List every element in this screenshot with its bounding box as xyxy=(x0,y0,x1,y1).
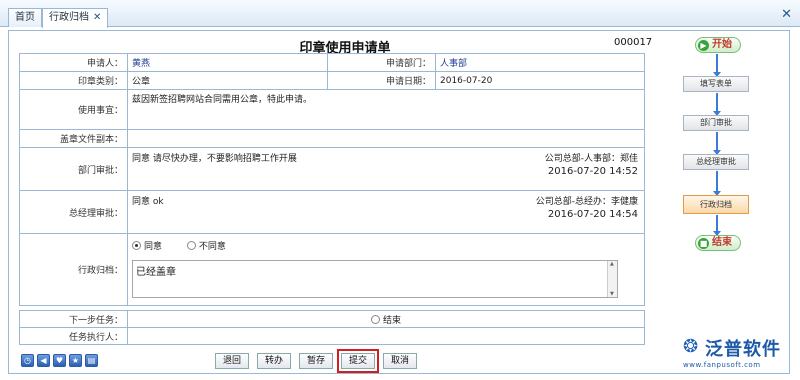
gm-review-label: 总经理审批： xyxy=(19,190,128,234)
copy-value[interactable] xyxy=(127,129,645,148)
form-number: 000017 xyxy=(614,37,653,48)
radio-agree-label: 同意 xyxy=(144,242,163,252)
save-draft-button[interactable]: 暂存 xyxy=(299,353,333,369)
star-icon[interactable]: ★ xyxy=(69,354,82,367)
flow-dept-review: 部门审批 xyxy=(683,115,749,131)
date-value: 2016-07-20 xyxy=(435,71,645,90)
seal-type-value: 公章 xyxy=(127,71,328,90)
flow-fill-form: 填写表单 xyxy=(683,76,749,92)
date-label: 申请日期： xyxy=(327,71,436,90)
workflow-diagram: ▶ 开始 填写表单 部门审批 总经理审批 行政归档 ■ 结束 xyxy=(669,31,787,271)
dept-review-label: 部门审批： xyxy=(19,147,128,191)
print-icon[interactable]: ▤ xyxy=(85,354,98,367)
radio-agree-icon[interactable] xyxy=(132,241,141,250)
brand-logo: ❂ 泛普软件 www.fanpusoft.com xyxy=(683,333,795,373)
executor-label: 任务执行人： xyxy=(19,327,128,345)
tab-bar: 首页 行政归档 ✕ ✕ xyxy=(0,0,800,28)
submit-button[interactable]: 提交 xyxy=(337,349,379,373)
archive-remark-input[interactable]: 已经盖章 xyxy=(132,260,618,298)
gm-review-time: 2016-07-20 14:54 xyxy=(547,209,638,220)
flow-arrow xyxy=(713,93,721,116)
play-icon: ▶ xyxy=(698,40,709,51)
application-table: 申请人： 黄燕 申请部门： 人事部 印章类别： 公章 申请日期： 2016-07… xyxy=(19,53,645,306)
radio-disagree-label: 不同意 xyxy=(198,242,226,252)
logo-icon: ❂ xyxy=(683,336,699,357)
brand-name: 泛普软件 xyxy=(705,339,781,360)
flow-end: ■ 结束 xyxy=(695,235,741,251)
seal-type-label: 印章类别： xyxy=(19,71,128,90)
dept-review-signer: 公司总部-人事部：郑佳 xyxy=(544,154,638,164)
flow-gm-review: 总经理审批 xyxy=(683,154,749,170)
tool-icons: ◷ ◀ ♥ ★ ▤ xyxy=(21,354,101,367)
flow-start: ▶ 开始 xyxy=(695,37,741,53)
copy-label: 盖章文件副本： xyxy=(19,129,128,148)
task-table: 下一步任务： 结束 任务执行人： xyxy=(19,310,645,345)
flow-arrow xyxy=(713,132,721,155)
tab-archive[interactable]: 行政归档 ✕ xyxy=(42,8,109,28)
executor-value[interactable] xyxy=(127,327,645,345)
gm-review: 同意 ok 公司总部-总经办：李健康 2016-07-20 14:54 xyxy=(132,193,640,231)
next-task-label: 下一步任务： xyxy=(19,310,128,328)
archive-area: 同意 不同意 已经盖章 xyxy=(132,236,640,302)
action-buttons: 退回 转办 暂存 提交 取消 xyxy=(215,349,425,373)
flow-arrow xyxy=(713,171,721,196)
stop-icon: ■ xyxy=(698,238,709,249)
close-icon[interactable]: ✕ xyxy=(781,7,792,22)
gm-review-text: 同意 ok xyxy=(132,197,164,207)
archive-label: 行政归档： xyxy=(19,233,128,306)
tab-home[interactable]: 首页 xyxy=(8,8,42,27)
clock-icon[interactable]: ◷ xyxy=(21,354,34,367)
purpose-value: 兹因新签招聘网站合同需用公章，特此申请。 xyxy=(127,89,645,130)
radio-disagree-icon[interactable] xyxy=(186,241,196,250)
tab-archive-label: 行政归档 xyxy=(49,12,89,23)
dept-review: 同意 请尽快办理，不要影响招聘工作开展 公司总部-人事部：郑佳 2016-07-… xyxy=(132,150,640,188)
dept-value: 人事部 xyxy=(435,53,645,72)
heart-icon[interactable]: ♥ xyxy=(53,354,66,367)
transfer-button[interactable]: 转办 xyxy=(257,353,291,369)
brand-url: www.fanpusoft.com xyxy=(683,361,761,369)
next-task-value: 结束 xyxy=(382,315,401,326)
tab-close-icon[interactable]: ✕ xyxy=(93,12,101,23)
applicant-label: 申请人： xyxy=(19,53,128,72)
applicant-value: 黄燕 xyxy=(127,53,328,72)
purpose-label: 使用事宜： xyxy=(19,89,128,130)
dept-review-text: 同意 请尽快办理，不要影响招聘工作开展 xyxy=(132,154,297,164)
radio-end[interactable]: 结束 xyxy=(370,314,401,326)
radio-disagree[interactable]: 不同意 xyxy=(186,241,226,252)
remark-scrollbar[interactable] xyxy=(607,261,617,297)
flow-end-label: 结束 xyxy=(712,237,732,248)
back-button[interactable]: 退回 xyxy=(215,353,249,369)
dept-label: 申请部门： xyxy=(327,53,436,72)
sound-icon[interactable]: ◀ xyxy=(37,354,50,367)
radio-end-icon[interactable] xyxy=(370,314,380,324)
flow-arrow xyxy=(713,215,721,236)
flow-start-label: 开始 xyxy=(712,39,732,50)
form-frame: 印章使用申请单 000017 申请人： 黄燕 申请部门： 人事部 印章类别： 公… xyxy=(8,30,790,374)
tab-home-label: 首页 xyxy=(15,12,35,23)
cancel-button[interactable]: 取消 xyxy=(383,353,417,369)
gm-review-signer: 公司总部-总经办：李健康 xyxy=(535,197,638,207)
flow-archive-current: 行政归档 xyxy=(683,195,749,214)
radio-agree[interactable]: 同意 xyxy=(132,241,163,252)
archive-remark-text: 已经盖章 xyxy=(136,267,176,278)
dept-review-time: 2016-07-20 14:52 xyxy=(547,166,638,177)
flow-arrow xyxy=(713,54,721,77)
